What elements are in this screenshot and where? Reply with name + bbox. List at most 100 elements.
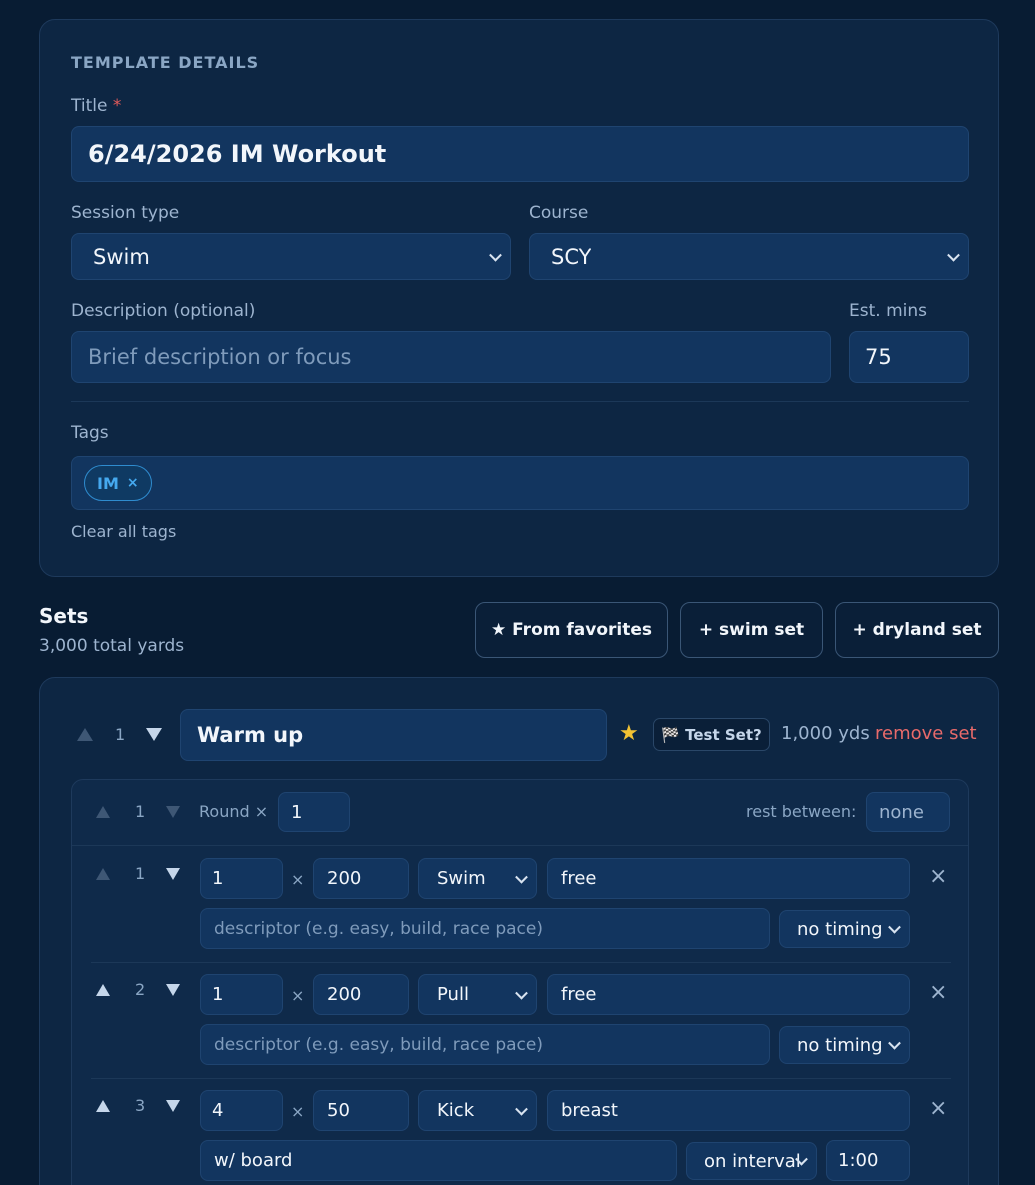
section-label: TEMPLATE DETAILS [71,53,260,72]
timing-value: no timing [797,1034,883,1056]
stroke-type-select[interactable]: Kick [418,1090,537,1131]
remove-item-icon[interactable]: × [929,866,947,888]
stroke-input[interactable]: free [547,974,910,1015]
item-index: 2 [135,980,146,999]
descriptor-value: w/ board [214,1150,293,1171]
move-set-up-icon[interactable] [77,728,93,741]
session-type-value: Swim [93,244,150,269]
template-details-card: TEMPLATE DETAILS Title * 6/24/2026 IM Wo… [39,19,999,577]
description-label: Description (optional) [71,301,256,321]
rest-between-label: rest between: [746,802,857,821]
round-count-value: 1 [291,801,303,823]
set-index: 1 [115,725,126,744]
tags-label: Tags [71,423,109,443]
distance-value: 200 [327,984,362,1005]
session-type-label: Session type [71,203,180,223]
stroke-type-value: Swim [437,868,486,889]
favorite-star-icon[interactable]: ★ [619,721,639,746]
move-set-down-icon[interactable] [146,728,162,741]
distance-value: 200 [327,868,362,889]
timing-select[interactable]: on interval [686,1142,817,1180]
session-type-select[interactable]: Swim [71,233,511,280]
title-input[interactable]: 6/24/2026 IM Workout [71,126,969,182]
add-dryland-set-button[interactable]: + dryland set [835,602,999,658]
stroke-type-select[interactable]: Swim [418,858,537,899]
timing-value: no timing [797,918,883,940]
stroke-input[interactable]: breast [547,1090,910,1131]
stroke-type-select[interactable]: Pull [418,974,537,1015]
reps-input[interactable]: 4 [200,1090,283,1131]
tag-chip: IM × [84,465,152,501]
set-name-value: Warm up [197,723,304,747]
item-index: 3 [135,1096,146,1115]
remove-set-link[interactable]: remove set [875,723,977,744]
distance-input[interactable]: 200 [313,974,409,1015]
title-input-value: 6/24/2026 IM Workout [88,140,387,168]
clear-tags-link[interactable]: Clear all tags [71,522,176,541]
title-label: Title * [71,96,122,116]
divider [91,1078,951,1079]
descriptor-input[interactable]: descriptor (e.g. easy, build, race pace) [200,1024,770,1065]
add-swim-set-button[interactable]: + swim set [680,602,823,658]
reps-value: 1 [212,868,224,889]
set-name-input[interactable]: Warm up [180,709,607,761]
from-favorites-button[interactable]: ★ From favorites [475,602,668,658]
test-set-label: 🏁 Test Set? [661,725,762,744]
move-item-down-icon[interactable] [166,868,180,880]
rest-between-input[interactable]: none [866,792,950,832]
move-item-down-icon[interactable] [166,984,180,996]
interval-value: 1:00 [838,1150,879,1171]
est-mins-label: Est. mins [849,301,927,321]
round-count-input[interactable]: 1 [278,792,350,832]
chevron-down-icon [888,920,901,934]
descriptor-input[interactable]: w/ board [200,1140,677,1181]
stroke-type-value: Kick [437,1100,475,1121]
reps-input[interactable]: 1 [200,974,283,1015]
course-value: SCY [551,244,592,269]
distance-input[interactable]: 50 [313,1090,409,1131]
move-round-down-icon[interactable] [166,806,180,818]
round-index: 1 [135,802,146,821]
reps-input[interactable]: 1 [200,858,283,899]
move-item-up-icon[interactable] [96,868,110,880]
est-mins-value: 75 [865,345,892,369]
divider [71,401,969,402]
stroke-value: breast [561,1100,618,1121]
timing-value: on interval [704,1150,801,1172]
distance-input[interactable]: 200 [313,858,409,899]
rest-between-value: none [879,801,924,823]
stroke-input[interactable]: free [547,858,910,899]
course-select[interactable]: SCY [529,233,969,280]
remove-item-icon[interactable]: × [929,1098,947,1120]
chevron-down-icon [515,1102,528,1116]
test-set-button[interactable]: 🏁 Test Set? [653,718,770,751]
required-marker: * [112,96,122,116]
sets-title: Sets [39,604,89,628]
move-round-up-icon[interactable] [96,806,110,818]
description-placeholder: Brief description or focus [88,345,352,369]
move-item-up-icon[interactable] [96,984,110,996]
item-index: 1 [135,864,146,883]
set-yards: 1,000 yds [781,723,870,744]
divider [91,962,951,963]
move-item-down-icon[interactable] [166,1100,180,1112]
tags-input[interactable]: IM × [71,456,969,510]
tag-remove-icon[interactable]: × [127,475,139,491]
description-input[interactable]: Brief description or focus [71,331,831,383]
course-label: Course [529,203,589,223]
descriptor-input[interactable]: descriptor (e.g. easy, build, race pace) [200,908,770,949]
chevron-down-icon [947,248,960,262]
est-mins-input[interactable]: 75 [849,331,969,383]
times-symbol: × [291,986,305,1005]
times-symbol: × [291,870,305,889]
stroke-type-value: Pull [437,984,469,1005]
remove-item-icon[interactable]: × [929,982,947,1004]
timing-select[interactable]: no timing [779,1026,910,1064]
distance-value: 50 [327,1100,350,1121]
move-item-up-icon[interactable] [96,1100,110,1112]
stroke-value: free [561,984,597,1005]
timing-select[interactable]: no timing [779,910,910,948]
interval-input[interactable]: 1:00 [826,1140,910,1181]
chevron-down-icon [515,870,528,884]
descriptor-placeholder: descriptor (e.g. easy, build, race pace) [214,1034,543,1055]
